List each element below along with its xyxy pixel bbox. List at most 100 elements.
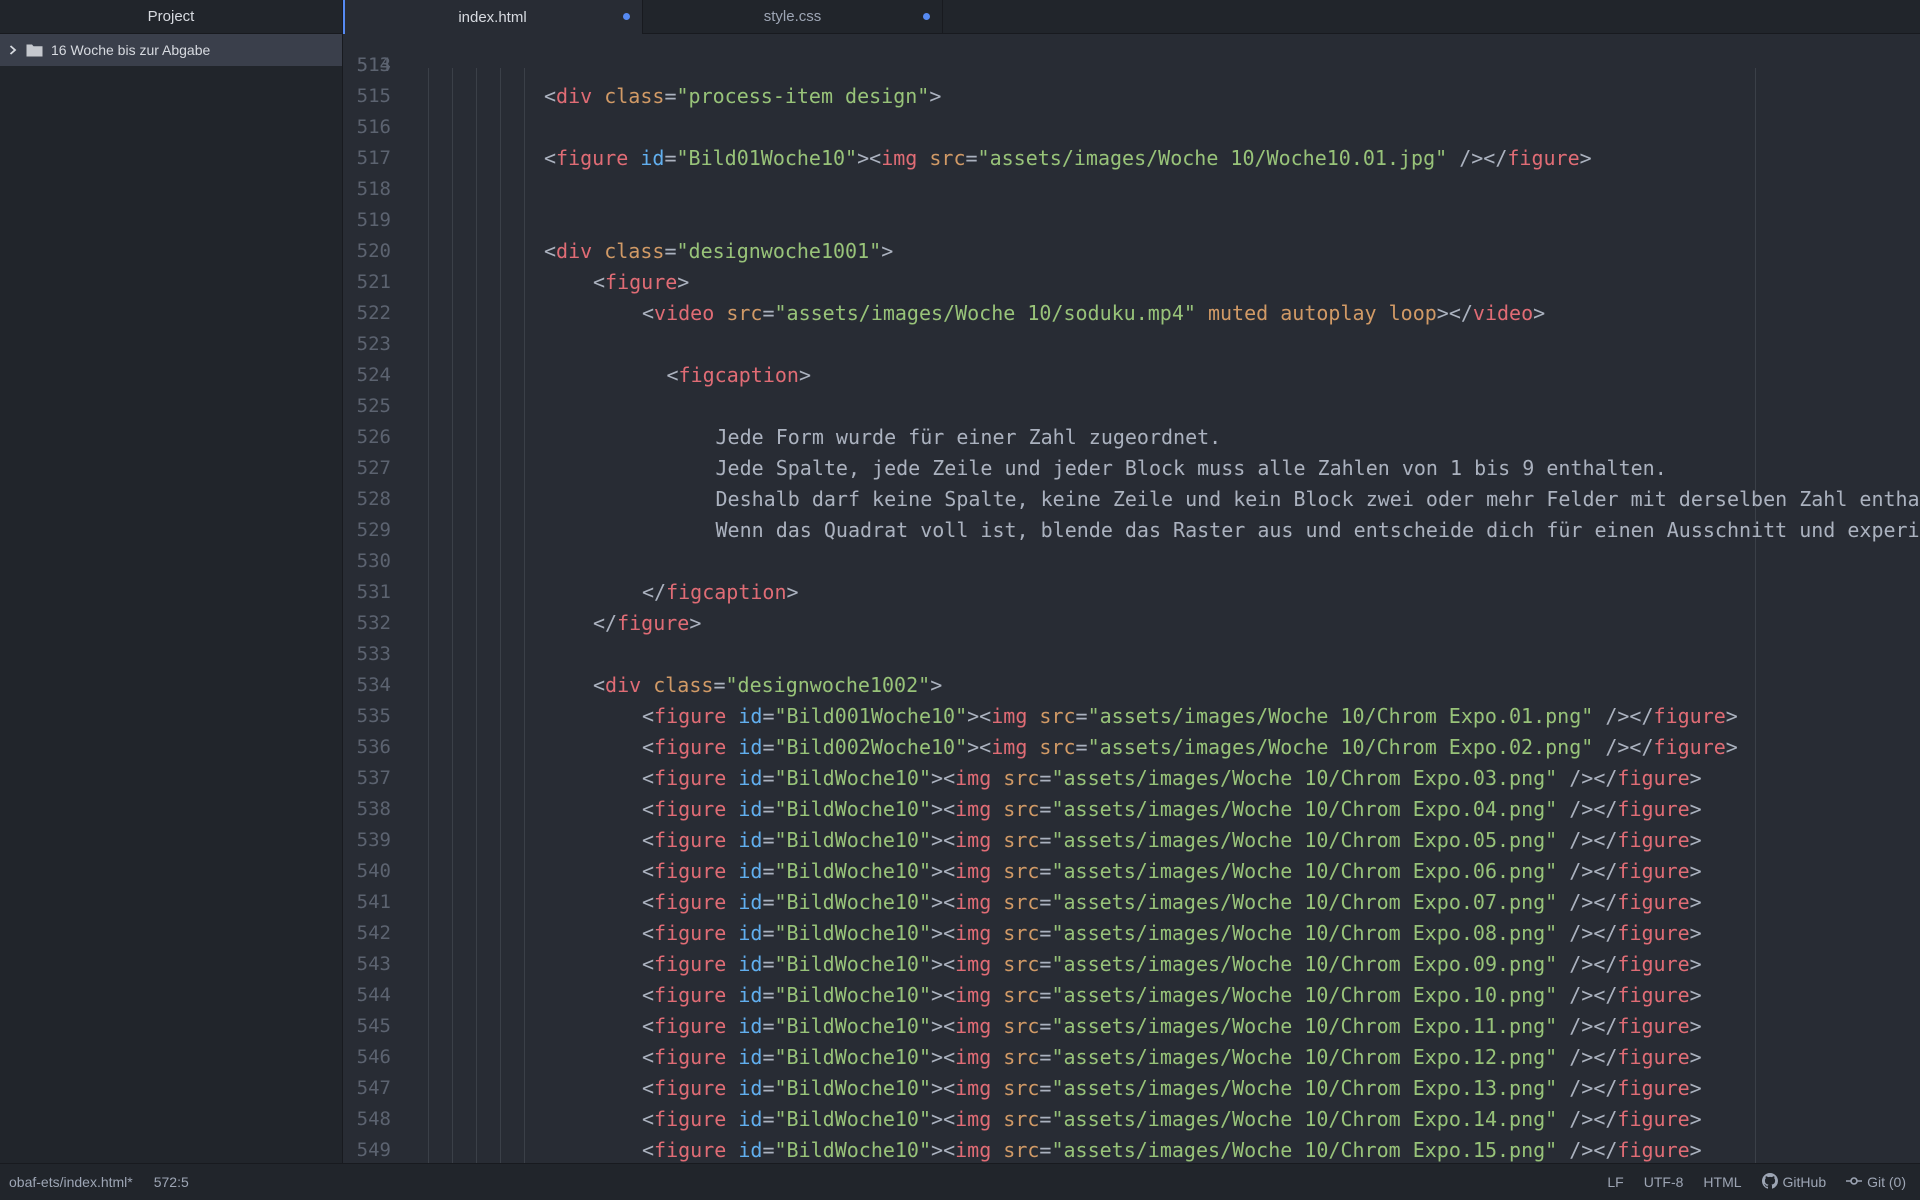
line-number: 546: [356, 1046, 391, 1068]
syntax-token: =: [762, 952, 775, 976]
syntax-token: ><: [931, 983, 956, 1007]
syntax-token: >: [881, 239, 894, 263]
line-number: 531: [356, 581, 391, 603]
code-text: <figure id="Bild01Woche10"><img src="ass…: [544, 143, 1592, 174]
code-text: <div class="designwoche1002">: [593, 670, 942, 701]
syntax-token: =: [664, 239, 677, 263]
syntax-token: src: [1003, 921, 1040, 945]
code-line: 513: [343, 34, 1920, 76]
syntax-token: ><: [931, 859, 956, 883]
code-line: 540 <figure id="BildWoche10"><img src="as…: [343, 856, 1920, 887]
syntax-token: img: [955, 1076, 992, 1100]
code-text: Deshalb darf keine Spalte, keine Zeile u…: [716, 484, 1920, 515]
code-line: 539 <figure id="BildWoche10"><img src="as…: [343, 825, 1920, 856]
code-line: 534 <div class="designwoche1002">: [343, 670, 1920, 701]
syntax-token: <: [544, 239, 557, 263]
syntax-token: =: [762, 828, 775, 852]
syntax-token: id: [738, 1014, 763, 1038]
syntax-token: figure: [1617, 1138, 1690, 1162]
line-number: 529: [356, 519, 391, 541]
syntax-token: /></: [1557, 1138, 1618, 1162]
syntax-token: =: [762, 704, 775, 728]
syntax-token: src: [1003, 952, 1040, 976]
status-grammar[interactable]: HTML: [1703, 1174, 1741, 1190]
syntax-token: ><: [931, 952, 956, 976]
syntax-token: div: [605, 673, 642, 697]
syntax-token: [991, 1107, 1003, 1131]
syntax-token: [592, 84, 604, 108]
syntax-token: /></: [1557, 983, 1618, 1007]
status-encoding[interactable]: UTF-8: [1644, 1174, 1684, 1190]
status-github[interactable]: GitHub: [1761, 1172, 1826, 1192]
syntax-token: img: [955, 1014, 992, 1038]
syntax-token: =: [762, 890, 775, 914]
code-line: 518: [343, 174, 1920, 205]
modified-indicator-icon[interactable]: [923, 13, 930, 20]
code-text: </figcaption>: [642, 577, 799, 608]
code-text: <figure id="Bild001Woche10"><img src="as…: [642, 701, 1738, 732]
syntax-token: figure: [1617, 1107, 1690, 1131]
line-number: 528: [356, 488, 391, 510]
tab-index-html[interactable]: index.html: [343, 0, 643, 34]
syntax-token: class: [604, 239, 665, 263]
syntax-token: >: [1689, 1138, 1702, 1162]
syntax-token: "assets/images/Woche 10/Chrom Expo.03.pn…: [1051, 766, 1558, 790]
syntax-token: "assets/images/Woche 10/Chrom Expo.04.pn…: [1051, 797, 1558, 821]
code-line: 530: [343, 546, 1920, 577]
line-number: 537: [356, 767, 391, 789]
syntax-token: img: [955, 1138, 992, 1162]
syntax-token: img: [955, 983, 992, 1007]
syntax-token: "assets/images/Woche 10/soduku.mp4": [774, 301, 1196, 325]
syntax-token: =: [1075, 704, 1088, 728]
chevron-right-icon[interactable]: [6, 45, 20, 55]
syntax-token: src: [1003, 1014, 1040, 1038]
syntax-token: =: [762, 797, 775, 821]
syntax-token: src: [1003, 1076, 1040, 1100]
github-icon: [1761, 1172, 1778, 1192]
syntax-token: =: [664, 146, 677, 170]
line-number: 542: [356, 922, 391, 944]
syntax-token: =: [762, 735, 775, 759]
syntax-token: "assets/images/Woche 10/Chrom Expo.05.pn…: [1051, 828, 1558, 852]
syntax-token: figure: [654, 766, 727, 790]
syntax-token: <: [642, 704, 655, 728]
status-line-ending[interactable]: LF: [1607, 1174, 1623, 1190]
syntax-token: id: [738, 859, 763, 883]
code-line: 529 Wenn das Quadrat voll ist, blende das…: [343, 515, 1920, 546]
code-line: 543 <figure id="BildWoche10"><img src="as…: [343, 949, 1920, 980]
syntax-token: /></: [1447, 146, 1508, 170]
code-line: 536 <figure id="Bild002Woche10"><img src=…: [343, 732, 1920, 763]
syntax-token: ><: [931, 797, 956, 821]
syntax-token: id: [738, 1045, 763, 1069]
syntax-token: [726, 704, 738, 728]
syntax-token: src: [1039, 735, 1076, 759]
syntax-token: "BildWoche10": [774, 1107, 932, 1131]
status-file-path[interactable]: obaf-ets/index.html*: [9, 1174, 133, 1190]
git-label: Git (0): [1867, 1174, 1906, 1190]
syntax-token: ><: [931, 1045, 956, 1069]
line-number: 533: [356, 643, 391, 665]
syntax-token: "BildWoche10": [774, 983, 932, 1007]
syntax-token: =: [1039, 859, 1052, 883]
syntax-token: id: [738, 952, 763, 976]
status-git[interactable]: Git (0): [1846, 1174, 1906, 1190]
code-text: </figure>: [593, 608, 701, 639]
syntax-token: =: [1039, 1045, 1052, 1069]
syntax-token: img: [955, 828, 992, 852]
status-cursor-position[interactable]: 572:5: [154, 1174, 189, 1190]
syntax-token: /></: [1557, 766, 1618, 790]
modified-indicator-icon[interactable]: [623, 13, 630, 20]
code-editor[interactable]: 513 514 515 <div class="process-item desig…: [343, 34, 1920, 1164]
code-line: 546 <figure id="BildWoche10"><img src="as…: [343, 1042, 1920, 1073]
tree-folder-root[interactable]: 16 Woche bis zur Abgabe: [0, 34, 342, 66]
code-line: 537 <figure id="BildWoche10"><img src="as…: [343, 763, 1920, 794]
code-text: <figure id="BildWoche10"><img src="asset…: [642, 794, 1702, 825]
sidebar-title[interactable]: Project: [0, 0, 342, 34]
syntax-token: =: [762, 301, 775, 325]
code-text: <figure>: [593, 267, 689, 298]
syntax-token: >: [1689, 1014, 1702, 1038]
code-text: <figure id="BildWoche10"><img src="asset…: [642, 825, 1702, 856]
code-line: 538 <figure id="BildWoche10"><img src="as…: [343, 794, 1920, 825]
syntax-token: id: [738, 704, 763, 728]
tab-style-css[interactable]: style.css: [643, 0, 943, 33]
